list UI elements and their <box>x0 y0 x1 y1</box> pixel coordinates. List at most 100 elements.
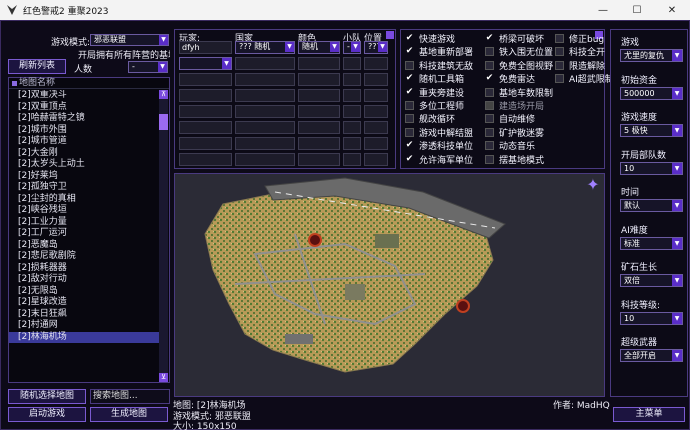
map-list-item[interactable]: [2]星球改造 <box>9 297 159 309</box>
option-checkbox[interactable]: ✔ 允许海军单位 <box>405 153 473 166</box>
search-input[interactable]: 搜索地图... <box>90 389 170 404</box>
map-list-item[interactable]: [2]双重决斗 <box>9 90 159 102</box>
generate-map-button[interactable]: 生成地图 <box>90 407 168 422</box>
minimize-button[interactable]: — <box>586 0 620 20</box>
map-list-item[interactable]: [2]工业力量 <box>9 217 159 229</box>
map-list-item[interactable]: [2]双重顶点 <box>9 102 159 114</box>
empty-player-slot[interactable] <box>343 153 361 166</box>
option-checkbox[interactable]: 舰改循环 <box>405 112 455 125</box>
map-scrollbar[interactable]: ⊼ ⊻ <box>159 90 168 382</box>
player-name-field[interactable]: dfyh <box>179 41 232 54</box>
option-checkbox[interactable]: AI超武限制 <box>555 72 614 85</box>
option-checkbox[interactable]: 动态音乐 <box>485 139 535 152</box>
empty-player-slot[interactable] <box>235 121 295 134</box>
scroll-up-icon[interactable]: ⊼ <box>159 90 168 99</box>
team-select[interactable]: - ▼ <box>343 41 361 54</box>
option-checkbox[interactable]: 基地车数限制 <box>485 86 553 99</box>
players-select[interactable]: - ▼ <box>128 61 168 73</box>
setting-select[interactable]: 5 极快 ▼ <box>620 124 683 137</box>
option-checkbox[interactable]: 免费全图视野 <box>485 59 553 72</box>
empty-player-slot[interactable] <box>235 137 295 150</box>
setting-select[interactable]: 全部开启 ▼ <box>620 349 683 362</box>
empty-player-slot[interactable] <box>298 57 340 70</box>
empty-player-slot[interactable] <box>298 73 340 86</box>
refresh-list-button[interactable]: 刷新列表 <box>8 59 66 74</box>
map-list-item[interactable]: [2]敌对行动 <box>9 274 159 286</box>
option-checkbox[interactable]: ✔ 渗透科技单位 <box>405 139 473 153</box>
setting-select[interactable]: 10 ▼ <box>620 161 683 175</box>
scroll-down-icon[interactable]: ⊻ <box>159 373 168 382</box>
option-checkbox[interactable]: ✔ 随机工具箱 <box>405 72 464 86</box>
option-checkbox[interactable]: 矿护散迷雾 <box>485 126 544 139</box>
setting-select[interactable]: 双倍 ▼ <box>620 274 683 287</box>
empty-player-slot[interactable] <box>179 121 232 134</box>
setting-select[interactable]: 10 ▼ <box>620 311 683 325</box>
start-game-button[interactable]: 启动游戏 <box>8 407 86 422</box>
empty-player-slot[interactable] <box>364 137 388 150</box>
option-checkbox[interactable]: 多位工程师 <box>405 99 464 112</box>
empty-player-slot[interactable] <box>364 89 388 102</box>
empty-player-slot[interactable] <box>343 89 361 102</box>
option-checkbox[interactable]: 修正bug <box>555 32 604 45</box>
close-button[interactable]: ✕ <box>655 0 689 20</box>
empty-player-slot[interactable] <box>235 89 295 102</box>
map-list-item[interactable]: [2]孤独守卫 <box>9 182 159 194</box>
option-checkbox[interactable]: 自动维修 <box>485 112 535 125</box>
empty-player-slot[interactable] <box>364 121 388 134</box>
map-list-item[interactable]: [2]损耗器器 <box>9 263 159 275</box>
setting-select[interactable]: 默认 ▼ <box>620 199 683 212</box>
empty-player-slot[interactable] <box>235 57 295 70</box>
random-map-button[interactable]: 随机选择地图 <box>8 389 86 404</box>
empty-player-slot[interactable] <box>235 73 295 86</box>
empty-player-slot[interactable] <box>343 57 361 70</box>
empty-player-slot[interactable] <box>343 137 361 150</box>
map-list-item[interactable]: [2]大金刚 <box>9 148 159 160</box>
empty-player-slot[interactable] <box>364 73 388 86</box>
main-menu-button[interactable]: 主菜单 <box>613 407 685 422</box>
empty-player-slot[interactable] <box>343 121 361 134</box>
option-checkbox[interactable]: 科技全开 <box>555 45 605 58</box>
empty-player-slot[interactable] <box>235 153 295 166</box>
map-list-item[interactable]: [2]悲尼歌剧院 <box>9 251 159 263</box>
maximize-button[interactable]: ☐ <box>620 0 654 20</box>
map-list-item[interactable]: [2]末日狂飙 <box>9 309 159 321</box>
empty-player-slot[interactable] <box>343 73 361 86</box>
map-list-item[interactable]: [2]峡谷残垣 <box>9 205 159 217</box>
option-checkbox[interactable]: ✔ 桥梁可破坏 <box>485 32 544 46</box>
map-list-item[interactable]: [2]恶魔岛 <box>9 240 159 252</box>
empty-player-slot[interactable] <box>343 105 361 118</box>
position-select[interactable]: ??? ▼ <box>364 41 388 54</box>
map-list-item[interactable]: [2]工厂运河 <box>9 228 159 240</box>
empty-player-slot[interactable] <box>364 153 388 166</box>
empty-player-slot[interactable] <box>179 137 232 150</box>
empty-player-slot[interactable] <box>179 153 232 166</box>
empty-player-slot[interactable] <box>179 89 232 102</box>
option-checkbox[interactable]: 摆基地模式 <box>485 153 544 166</box>
option-checkbox[interactable]: ✔ 基地重新部署 <box>405 45 473 59</box>
map-list-item[interactable]: [2]好莱坞 <box>9 171 159 183</box>
empty-player-slot[interactable] <box>298 137 340 150</box>
map-list-item[interactable]: [2]哈赫雷特之镜 <box>9 113 159 125</box>
empty-player-slot[interactable] <box>298 153 340 166</box>
empty-player-slot[interactable] <box>179 105 232 118</box>
map-list-item[interactable]: [2]无限岛 <box>9 286 159 298</box>
map-list-item[interactable]: [2]尘封的真相 <box>9 194 159 206</box>
mode-select[interactable]: 邪恶联盟 ▼ <box>90 34 169 46</box>
option-checkbox[interactable]: 铁入围无位置 <box>485 45 553 58</box>
empty-player-slot[interactable] <box>298 89 340 102</box>
setting-select[interactable]: 500000 ▼ <box>620 86 683 100</box>
empty-player-slot[interactable] <box>235 105 295 118</box>
map-list-item[interactable]: [2]村通网 <box>9 320 159 332</box>
option-checkbox[interactable]: 限造解除 <box>555 59 605 72</box>
setting-select[interactable]: 标准 ▼ <box>620 236 683 250</box>
empty-player-slot[interactable] <box>364 105 388 118</box>
option-checkbox[interactable]: ✔ 免费雷达 <box>485 72 535 86</box>
empty-player-slot[interactable] <box>298 121 340 134</box>
empty-player-slot[interactable] <box>298 105 340 118</box>
setting-select[interactable]: 尤里的复仇 ▼ <box>620 49 683 62</box>
empty-player-slot[interactable]: ▼ <box>179 57 232 70</box>
option-checkbox[interactable]: ✔ 快速游戏 <box>405 32 455 46</box>
option-checkbox[interactable]: 游戏中解结盟 <box>405 126 473 139</box>
map-list-item[interactable]: [2]城市管道 <box>9 136 159 148</box>
scroll-thumb[interactable] <box>159 114 168 130</box>
